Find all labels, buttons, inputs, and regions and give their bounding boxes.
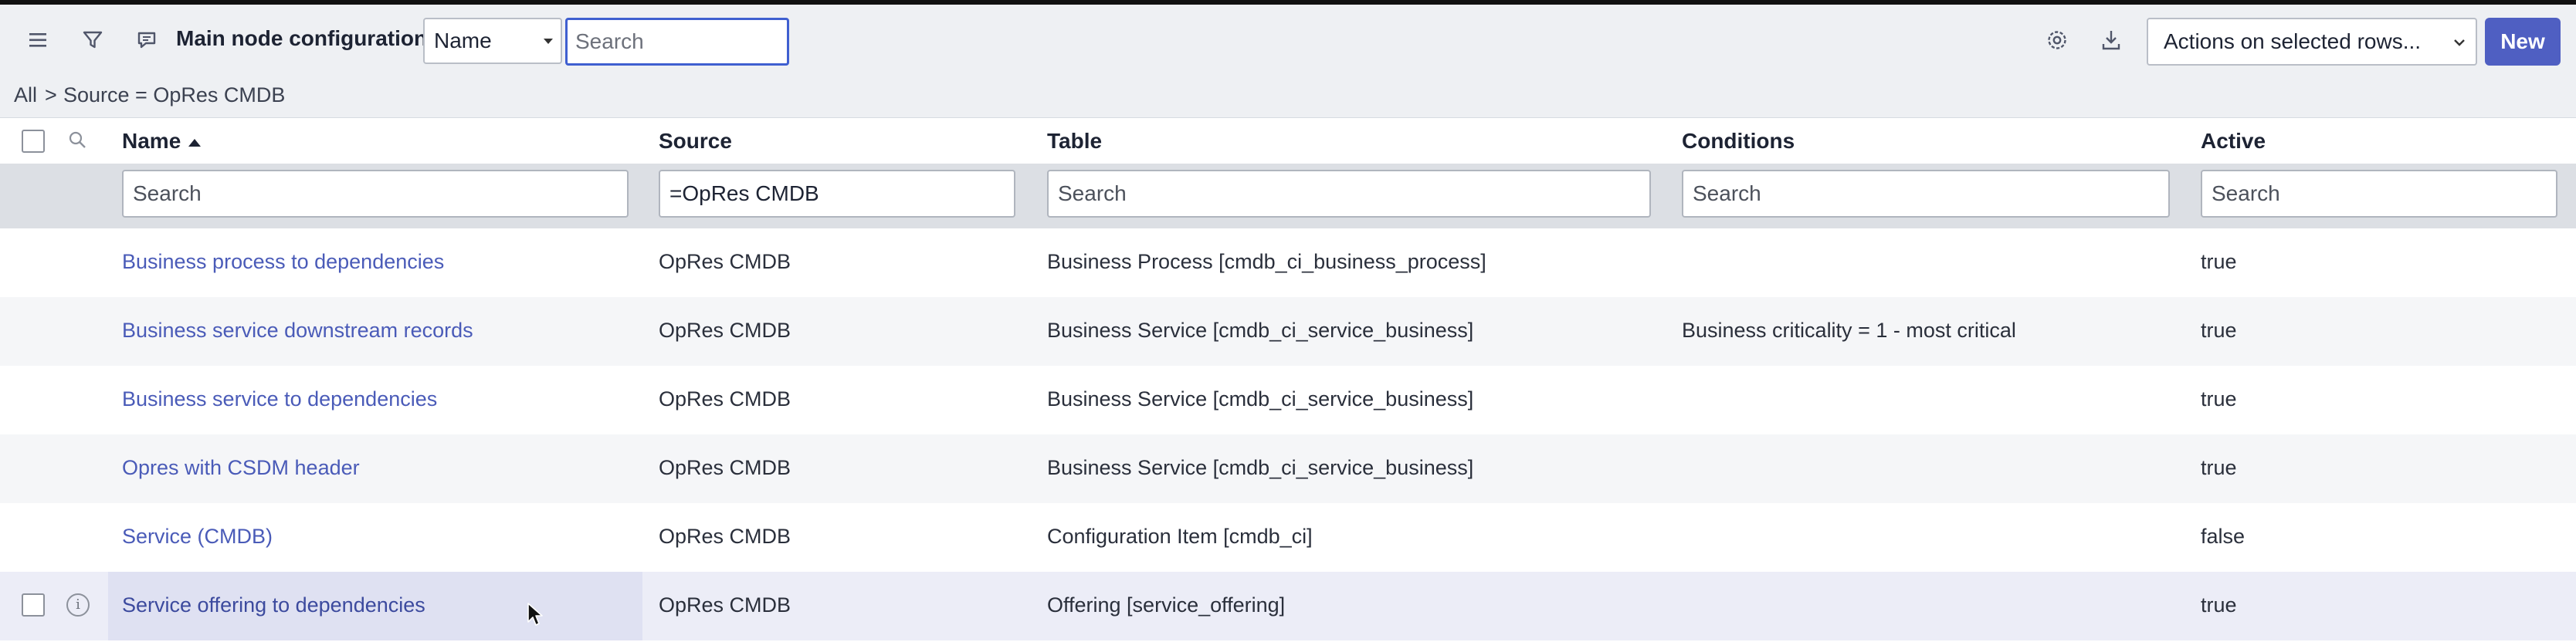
- name-column-search-input[interactable]: [122, 170, 629, 218]
- caret-down-icon: [544, 39, 553, 44]
- table-row: Business process to dependencies OpRes C…: [0, 228, 2576, 297]
- column-header-name-label: Name: [122, 129, 181, 153]
- column-search-row: [0, 164, 2576, 228]
- page-title: Main node configurations: [176, 26, 439, 50]
- breadcrumb-separator: >: [45, 83, 57, 106]
- gear-icon[interactable]: [2037, 20, 2077, 60]
- row-active: true: [2201, 456, 2237, 479]
- table-row: Business service to dependencies OpRes C…: [0, 366, 2576, 434]
- field-select-value: Name: [434, 29, 492, 52]
- row-name-link[interactable]: Service offering to dependencies: [122, 593, 425, 617]
- actions-on-selected-rows-select[interactable]: Actions on selected rows...: [2147, 18, 2477, 66]
- column-header-table[interactable]: Table: [1047, 129, 1102, 154]
- row-source: OpRes CMDB: [659, 525, 791, 548]
- conditions-column-search-input[interactable]: [1682, 170, 2170, 218]
- source-column-search-input[interactable]: [659, 170, 1015, 218]
- field-select[interactable]: Name: [423, 18, 562, 64]
- row-name-link[interactable]: Business service to dependencies: [122, 387, 437, 411]
- chevron-down-icon: [2452, 21, 2466, 81]
- table-column-search-input[interactable]: [1047, 170, 1651, 218]
- row-name-link[interactable]: Opres with CSDM header: [122, 456, 360, 480]
- breadcrumb: All > Source = OpRes CMDB: [0, 74, 2576, 117]
- row-table: Offering [service_offering]: [1047, 593, 1286, 617]
- column-header-conditions[interactable]: Conditions: [1682, 129, 1795, 154]
- row-table: Business Service [cmdb_ci_service_busine…: [1047, 319, 1474, 342]
- row-name-link[interactable]: Service (CMDB): [122, 525, 273, 549]
- row-source: OpRes CMDB: [659, 319, 791, 342]
- list-search-input[interactable]: [565, 18, 789, 66]
- table-row: Business service downstream records OpRe…: [0, 297, 2576, 366]
- row-name-link[interactable]: Business process to dependencies: [122, 250, 444, 274]
- hamburger-menu-icon[interactable]: [19, 20, 59, 60]
- row-active: false: [2201, 525, 2246, 548]
- row-name-link[interactable]: Business service downstream records: [122, 319, 473, 343]
- new-button[interactable]: New: [2485, 18, 2561, 66]
- column-header-source[interactable]: Source: [659, 129, 732, 154]
- search-icon[interactable]: [66, 129, 90, 156]
- breadcrumb-condition-link[interactable]: Source = OpRes CMDB: [63, 83, 285, 107]
- column-header-row: Name Source Table Conditions Active: [0, 117, 2576, 164]
- row-active: true: [2201, 593, 2237, 617]
- list-header: Main node configurations Name Actions on…: [0, 5, 2576, 74]
- download-icon[interactable]: [2091, 20, 2131, 60]
- breadcrumb-all-link[interactable]: All: [14, 83, 37, 107]
- column-header-active[interactable]: Active: [2201, 129, 2266, 154]
- table-row: Service (CMDB) OpRes CMDB Configuration …: [0, 503, 2576, 572]
- sort-ascending-icon: [188, 138, 202, 147]
- row-conditions: Business criticality = 1 - most critical: [1682, 319, 2016, 342]
- row-source: OpRes CMDB: [659, 250, 791, 273]
- row-select-checkbox[interactable]: [22, 593, 45, 617]
- row-active: true: [2201, 319, 2237, 342]
- filter-funnel-icon[interactable]: [73, 20, 113, 60]
- column-header-name[interactable]: Name: [122, 129, 202, 154]
- table-row-hovered: i Service offering to dependencies OpRes…: [0, 572, 2576, 640]
- mouse-pointer-icon: [527, 602, 545, 632]
- comment-icon[interactable]: [127, 20, 167, 60]
- row-active: true: [2201, 387, 2237, 411]
- row-table: Business Service [cmdb_ci_service_busine…: [1047, 387, 1474, 411]
- row-table: Business Process [cmdb_ci_business_proce…: [1047, 250, 1486, 273]
- row-active: true: [2201, 250, 2237, 273]
- row-source: OpRes CMDB: [659, 456, 791, 479]
- row-table: Business Service [cmdb_ci_service_busine…: [1047, 456, 1474, 479]
- row-source: OpRes CMDB: [659, 593, 791, 617]
- actions-select-label: Actions on selected rows...: [2164, 29, 2422, 53]
- info-icon[interactable]: i: [66, 593, 90, 617]
- active-column-search-input[interactable]: [2201, 170, 2557, 218]
- row-source: OpRes CMDB: [659, 387, 791, 411]
- select-all-checkbox[interactable]: [22, 130, 45, 153]
- row-table: Configuration Item [cmdb_ci]: [1047, 525, 1313, 548]
- table-row: Opres with CSDM header OpRes CMDB Busine…: [0, 434, 2576, 503]
